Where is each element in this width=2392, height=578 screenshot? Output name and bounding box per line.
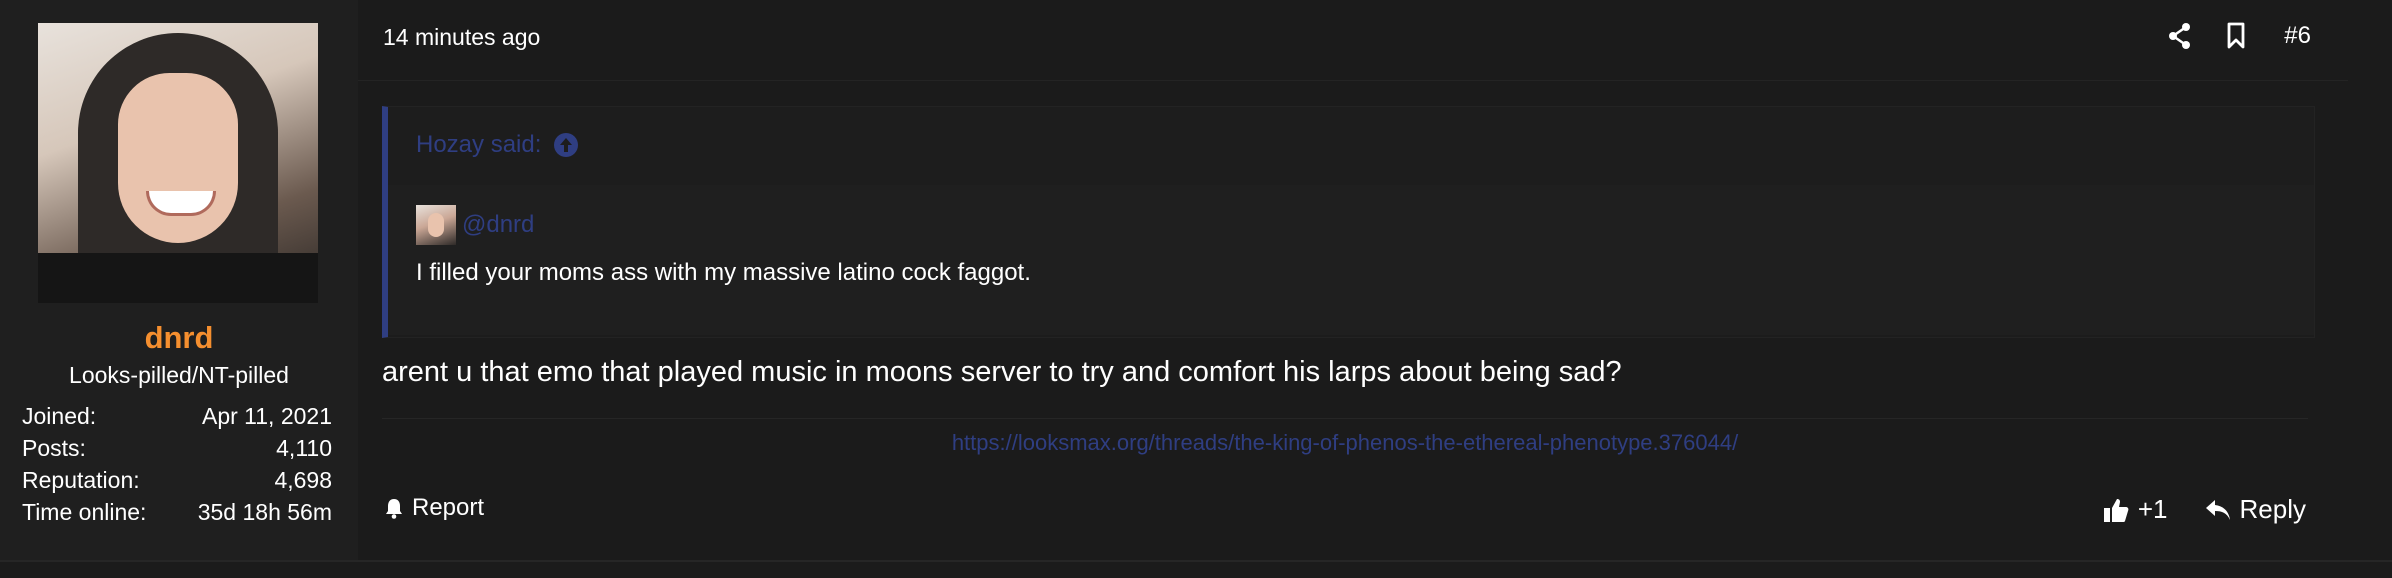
stat-label: Joined:: [22, 403, 97, 429]
mention-avatar: [416, 205, 456, 245]
username[interactable]: dnrd: [0, 320, 358, 356]
stat-posts: Posts: 4,110: [22, 432, 332, 464]
arrow-up-circle-icon[interactable]: [553, 132, 579, 158]
quote-text: I filled your moms ass with my massive l…: [416, 259, 1031, 286]
user-mention[interactable]: @dnrd: [416, 205, 534, 245]
post-separator: [0, 560, 2392, 562]
quote-header: Hozay said:: [388, 107, 2314, 185]
stat-label: Time online:: [22, 499, 147, 525]
stat-label: Reputation:: [22, 467, 140, 493]
post-main: 14 minutes ago #6 Hozay said: @dnrd I fi…: [358, 0, 2348, 560]
stat-value: 4,110: [276, 435, 332, 461]
user-info-panel: dnrd Looks-pilled/NT-pilled Joined: Apr …: [0, 0, 358, 560]
stat-joined: Joined: Apr 11, 2021: [22, 400, 332, 432]
stat-value: Apr 11, 2021: [201, 403, 332, 429]
divider: [382, 418, 2308, 419]
bookmark-icon[interactable]: [2226, 22, 2250, 50]
bell-icon: [384, 497, 404, 519]
forum-post: dnrd Looks-pilled/NT-pilled Joined: Apr …: [0, 0, 2392, 578]
post-header: 14 minutes ago #6: [358, 0, 2348, 81]
share-icon[interactable]: [2168, 22, 2192, 50]
mention-text: @dnrd: [462, 211, 535, 238]
reply-label: Reply: [2239, 494, 2306, 524]
stat-value: 35d 18h 56m: [197, 499, 332, 525]
report-button[interactable]: Report: [384, 494, 484, 522]
reply-button[interactable]: Reply: [2204, 494, 2306, 525]
post-footer-right: +1 Reply: [2102, 494, 2306, 525]
signature-link[interactable]: https://looksmax.org/threads/the-king-of…: [382, 430, 2308, 456]
post-number[interactable]: #6: [2284, 22, 2311, 50]
stat-value: 4,698: [274, 467, 332, 493]
user-avatar[interactable]: [38, 23, 318, 303]
user-stats: Joined: Apr 11, 2021 Posts: 4,110 Reputa…: [22, 400, 332, 528]
stat-reputation: Reputation: 4,698: [22, 464, 332, 496]
stat-time-online: Time online: 35d 18h 56m: [22, 496, 332, 528]
quote-author-link[interactable]: Hozay said:: [416, 131, 579, 159]
quote-author: Hozay said:: [416, 131, 542, 158]
reply-arrow-icon: [2204, 498, 2232, 522]
quote-block: Hozay said: @dnrd I filled your moms ass…: [382, 106, 2315, 338]
thumbs-up-icon: [2102, 496, 2130, 524]
post-date[interactable]: 14 minutes ago: [383, 24, 540, 51]
stat-label: Posts:: [22, 435, 86, 461]
post-body: arent u that emo that played music in mo…: [382, 356, 1622, 388]
like-button[interactable]: +1: [2102, 494, 2168, 525]
user-title: Looks-pilled/NT-pilled: [69, 362, 289, 388]
report-label: Report: [412, 494, 485, 521]
post-header-actions: #6: [2168, 22, 2311, 50]
like-count: +1: [2137, 494, 2168, 524]
quote-body: @dnrd I filled your moms ass with my mas…: [388, 185, 2314, 335]
post-footer-left: Report: [384, 494, 484, 522]
